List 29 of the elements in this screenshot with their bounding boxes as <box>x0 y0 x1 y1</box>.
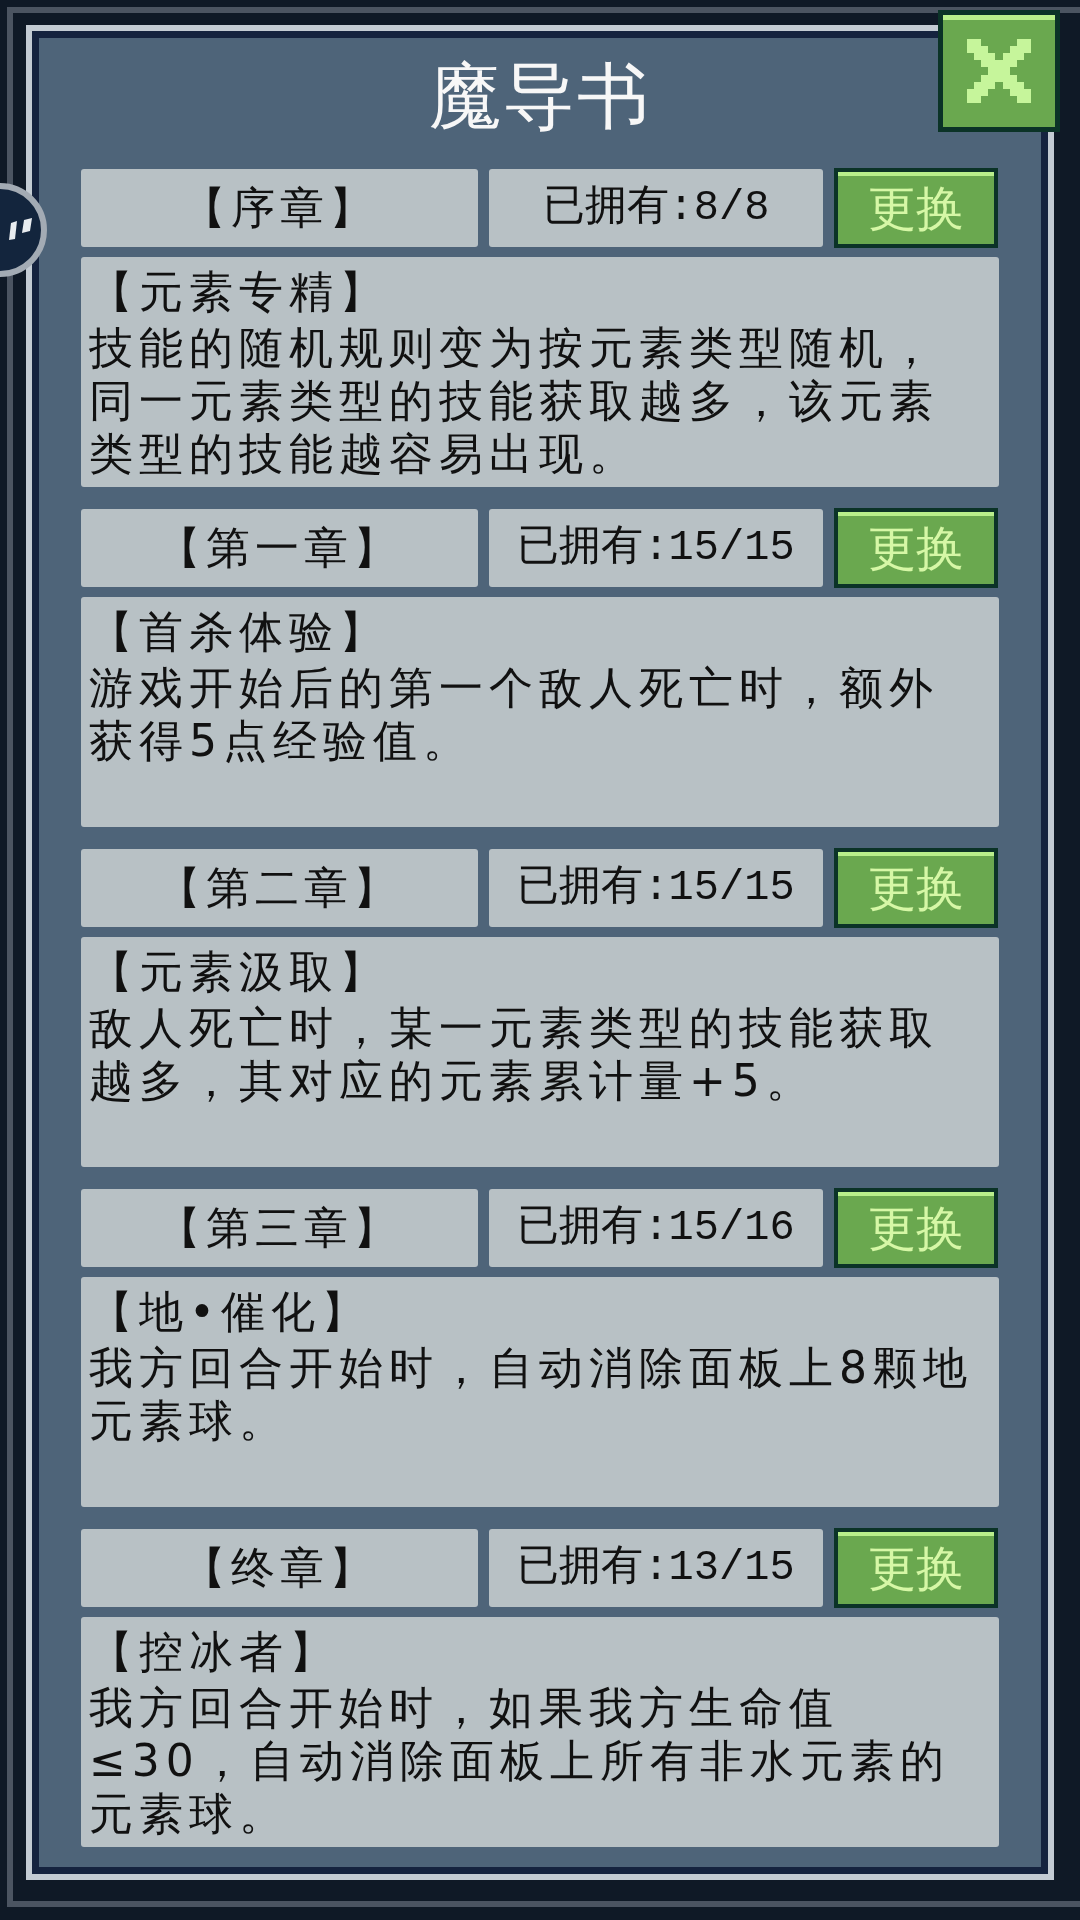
replace-button[interactable]: 更换 <box>834 1528 998 1608</box>
chapter-label: 【终章】 <box>81 1529 478 1607</box>
skill-description: 我方回合开始时，如果我方生命值 ≤30，自动消除面板上所有非水元素的 元素球。 <box>89 1681 950 1840</box>
owned-count-label: 已拥有:15/15 <box>489 849 823 927</box>
close-icon <box>967 39 1031 103</box>
chapter-label: 【第一章】 <box>81 509 478 587</box>
replace-button[interactable]: 更换 <box>834 848 998 928</box>
skill-name: 【控冰者】 <box>89 1625 339 1678</box>
chapter-label: 【第三章】 <box>81 1189 478 1267</box>
owned-count-label: 已拥有:8/8 <box>489 169 823 247</box>
close-button[interactable] <box>938 10 1060 132</box>
window-title: 魔导书 <box>429 56 651 136</box>
owned-count-label: 已拥有:13/15 <box>489 1529 823 1607</box>
chapter-label: 【序章】 <box>81 169 478 247</box>
replace-button[interactable]: 更换 <box>834 508 998 588</box>
replace-button[interactable]: 更换 <box>834 168 998 248</box>
floating-button-icon[interactable] <box>0 183 48 277</box>
owned-count-label: 已拥有:15/16 <box>489 1189 823 1267</box>
skill-name: 【首杀体验】 <box>89 605 389 658</box>
skill-description: 游戏开始后的第一个敌人死亡时，额外 获得5点经验值。 <box>89 661 939 767</box>
skill-description: 技能的随机规则变为按元素类型随机， 同一元素类型的技能获取越多，该元素 类型的技能越容易出现。 <box>89 321 939 480</box>
skill-description: 我方回合开始时，自动消除面板上8颗地 元素球。 <box>89 1341 973 1447</box>
skill-name: 【元素汲取】 <box>89 945 389 998</box>
skill-name: 【地•催化】 <box>89 1285 371 1338</box>
skill-description: 敌人死亡时，某一元素类型的技能获取 越多，其对应的元素累计量+5。 <box>89 1001 939 1107</box>
owned-count-label: 已拥有:15/15 <box>489 509 823 587</box>
skill-name: 【元素专精】 <box>89 265 389 318</box>
chapter-label: 【第二章】 <box>81 849 478 927</box>
replace-button[interactable]: 更换 <box>834 1188 998 1268</box>
